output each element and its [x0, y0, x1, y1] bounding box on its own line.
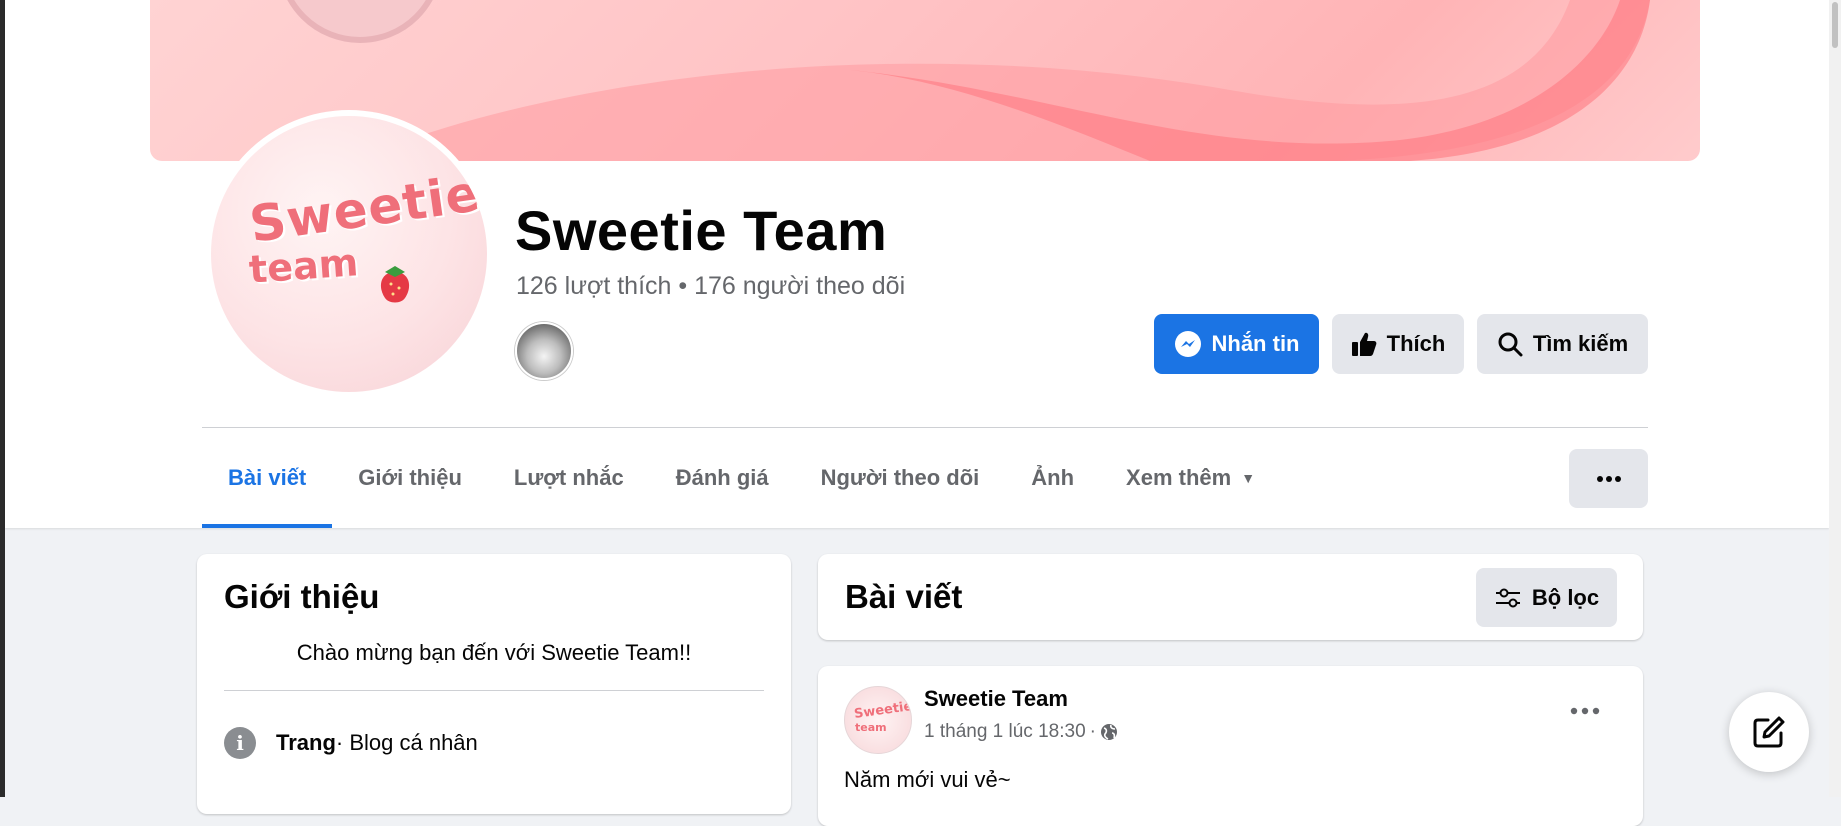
like-button-label: Thích	[1386, 331, 1446, 356]
intro-bio: Chào mừng bạn đến với Sweetie Team!!	[296, 640, 692, 665]
thumbs-up-icon	[1351, 332, 1377, 356]
tab-see-more[interactable]: Xem thêm ▼	[1100, 450, 1281, 506]
intro-divider	[224, 690, 764, 691]
page-avatar-image: Sweetie team	[211, 116, 487, 392]
intro-category: i Trang · Blog cá nhân	[224, 727, 478, 759]
message-button[interactable]: Nhắn tin	[1154, 314, 1319, 374]
filter-button[interactable]: Bộ lọc	[1476, 568, 1617, 627]
tab-label: Đánh giá	[675, 465, 769, 490]
tab-label: Người theo dõi	[820, 465, 980, 490]
tab-photos[interactable]: Ảnh	[1005, 450, 1100, 506]
more-dots-icon	[1596, 475, 1621, 482]
page-avatar[interactable]: Sweetie team	[205, 110, 493, 398]
avatar-logo-text: team	[855, 721, 887, 734]
tab-label: Bài viết	[228, 465, 307, 490]
page-stats[interactable]: 126 lượt thích • 176 người theo dõi	[516, 272, 905, 301]
more-dots-icon	[1570, 707, 1600, 715]
filter-button-label: Bộ lọc	[1531, 584, 1600, 610]
avatar-logo-text: Sweetie	[853, 699, 912, 722]
follower-avatar[interactable]	[515, 322, 573, 380]
tab-mentions[interactable]: Lượt nhắc	[488, 450, 650, 506]
compose-icon	[1753, 716, 1785, 748]
post-timestamp[interactable]: 1 tháng 1 lúc 18:30	[924, 721, 1086, 743]
caret-down-icon: ▼	[1241, 470, 1256, 486]
tab-followers[interactable]: Người theo dõi	[795, 450, 1006, 506]
post-text: Năm mới vui vẻ~	[844, 767, 1011, 792]
tab-label: Lượt nhắc	[513, 465, 624, 490]
post-options-button[interactable]	[1570, 702, 1600, 720]
intro-title: Giới thiệu	[224, 578, 380, 615]
scrollbar-thumb[interactable]	[1832, 2, 1838, 48]
profile-tabs: Bài viết Giới thiệu Lượt nhắc Đánh giá N…	[202, 450, 1281, 528]
like-button[interactable]: Thích	[1332, 314, 1464, 374]
page-scrollbar[interactable]	[1829, 0, 1841, 797]
globe-icon[interactable]	[1100, 723, 1118, 741]
intro-card: Giới thiệu Chào mừng bạn đến với Sweetie…	[197, 554, 791, 814]
meta-separator: ·	[1089, 721, 1096, 742]
page-title: Sweetie Team	[515, 199, 888, 262]
tab-label: Giới thiệu	[358, 465, 462, 490]
post-author-avatar[interactable]: Sweetie team	[844, 686, 912, 754]
post-author-name[interactable]: Sweetie Team	[924, 686, 1068, 712]
header-divider	[202, 427, 1648, 428]
category-label: Trang	[276, 730, 336, 755]
tab-label: Xem thêm	[1126, 465, 1232, 490]
search-button-label: Tìm kiếm	[1532, 331, 1629, 356]
posts-title: Bài viết	[845, 578, 963, 615]
tab-reviews[interactable]: Đánh giá	[650, 450, 795, 506]
more-options-button[interactable]	[1569, 449, 1648, 508]
posts-header-card: Bài viết Bộ lọc	[818, 554, 1643, 640]
search-icon	[1498, 332, 1523, 357]
post-meta: 1 tháng 1 lúc 18:30 ·	[924, 721, 1118, 743]
tab-posts[interactable]: Bài viết	[202, 450, 333, 528]
messenger-icon	[1174, 331, 1201, 357]
post-card: Sweetie team Sweetie Team 1 tháng 1 lúc …	[818, 666, 1643, 826]
tab-about[interactable]: Giới thiệu	[332, 450, 488, 506]
message-button-label: Nhắn tin	[1211, 331, 1300, 356]
info-icon: i	[224, 727, 256, 759]
profile-header: Sweetie team Sweetie Team 126 lượt thích…	[5, 0, 1829, 528]
avatar-logo-text: Sweetie	[246, 164, 484, 254]
filter-sliders-icon	[1495, 588, 1520, 607]
compose-message-button[interactable]	[1729, 692, 1809, 772]
tab-label: Ảnh	[1031, 465, 1075, 490]
category-value: · Blog cá nhân	[335, 730, 478, 755]
search-button[interactable]: Tìm kiếm	[1477, 314, 1648, 374]
avatar-logo-text: team	[247, 240, 360, 292]
strawberry-icon	[380, 266, 410, 303]
